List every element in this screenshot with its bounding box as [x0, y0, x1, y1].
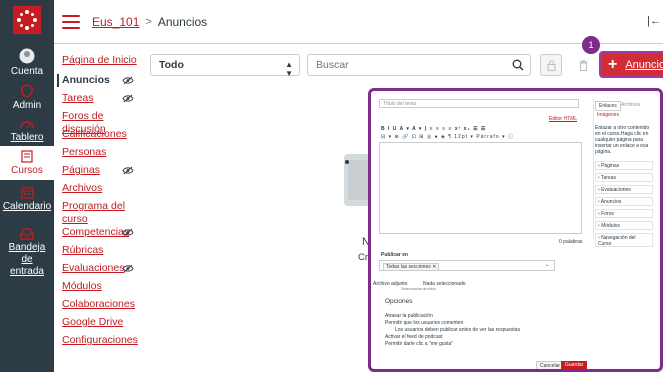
announcement-editor-preview: Título del tema Editor HTML B I U A ▾ A … [368, 88, 663, 372]
filter-select-value: Todo [159, 59, 184, 71]
lock-comments-button[interactable] [540, 54, 562, 76]
options-heading: Opciones [385, 298, 413, 305]
option-post-before-seeing[interactable]: Los usuarios deben publicar antes de ver… [395, 327, 520, 333]
course-nav-link[interactable]: Colaboraciones [62, 298, 142, 311]
breadcrumb-course-link[interactable]: Eus_101 [92, 15, 139, 29]
side-item-label: Evaluaciones [601, 187, 631, 193]
topic-title-placeholder: Título del tema [383, 101, 417, 107]
account-icon [19, 48, 35, 64]
nav-item-admin[interactable]: Admin [0, 84, 54, 112]
tab-files[interactable]: Archivos [621, 102, 640, 108]
publish-in-label: Publicar en [381, 252, 408, 258]
delete-button[interactable] [572, 54, 594, 76]
admin-shield-icon [21, 84, 33, 98]
nav-item-label: Tablero [10, 132, 44, 143]
topic-title-input[interactable]: Título del tema [379, 99, 579, 108]
hidden-eye-icon [122, 264, 134, 273]
nav-item-dashboard[interactable]: Tablero [0, 118, 54, 144]
section-chip[interactable]: Todas las secciones ✕ [383, 263, 440, 271]
collapse-sidebar-icon[interactable]: |← [647, 15, 661, 27]
side-item-label: Navegación del Curso [598, 235, 636, 247]
search-icon [512, 59, 524, 71]
add-announcement-label: Anuncio [625, 58, 663, 71]
dashboard-icon [20, 121, 34, 129]
word-count: 0 palabras [559, 239, 583, 245]
option-podcast-feed[interactable]: Activar el feed de podcast [385, 334, 443, 340]
select-caret-icon: ▲ ▼ [285, 60, 293, 78]
side-item-assignments[interactable]: › Tareas [595, 173, 653, 182]
calendar-icon [20, 187, 34, 199]
courses-book-icon [21, 150, 33, 163]
tab-images[interactable]: Imágenes [597, 112, 619, 118]
side-item-label: Módulos [601, 223, 620, 229]
breadcrumb-separator: > [145, 15, 152, 28]
nav-item-label: Calendario [2, 201, 52, 212]
editor-toolbar-row2[interactable]: ⊟ ▾ ⊕ 🔗 ⊡ ⊞ ◎ ● ◈ ¶ 12pt ▾ Párrafo ▾ ⓘ [381, 134, 514, 140]
side-item-label: Páginas [601, 163, 620, 169]
hidden-eye-icon [122, 166, 134, 175]
side-item-discussions[interactable]: › Foros [595, 209, 653, 218]
option-delay-posting[interactable]: Atrasar la publicación [385, 313, 433, 319]
logo[interactable] [0, 0, 54, 40]
side-item-modules[interactable]: › Módulos [595, 221, 653, 230]
global-nav: Cuenta Admin Tablero Cursos Calendario B… [0, 0, 54, 372]
course-nav-link[interactable]: Página de Inicio [62, 54, 142, 67]
chevron-down-icon: ⌄ [545, 262, 550, 268]
html-editor-link[interactable]: Editor HTML [549, 116, 577, 122]
filter-select[interactable]: Todo ▲ ▼ [150, 54, 300, 78]
hidden-eye-icon [122, 94, 134, 103]
nav-item-label: Cursos [11, 165, 43, 176]
save-button[interactable]: Guardar [561, 361, 588, 369]
nav-item-calendar[interactable]: Calendario [0, 186, 54, 213]
cancel-button[interactable]: Cancelar [536, 361, 565, 369]
links-help-text: Enlazar a otro contenido en el curso.Hag… [595, 125, 650, 155]
hamburger-menu-icon[interactable] [62, 14, 80, 29]
plus-icon: + [608, 55, 618, 73]
editor-toolbar-row1[interactable]: B I U A ▾ A ▾ I̲ ≡ ≡ ≡ ≡ x² x₂ ☰ ☰ [381, 126, 486, 132]
side-item-label: Anuncios [600, 199, 622, 205]
hidden-eye-icon [122, 228, 134, 237]
search-input[interactable]: Buscar [307, 54, 531, 76]
breadcrumb: Eus_101 > Anuncios [92, 15, 207, 29]
side-item-label: Tareas [600, 175, 616, 181]
trash-icon [579, 59, 587, 71]
nav-item-courses[interactable]: Cursos [0, 146, 54, 180]
option-allow-comments[interactable]: Permitir que los usuarios comenten [385, 320, 463, 326]
canvas-logo-icon [13, 6, 41, 34]
nav-item-label: Bandeja de entrada [8, 242, 46, 277]
top-header: Eus_101 > Anuncios |← [54, 0, 663, 44]
empty-state-illustration [344, 154, 370, 206]
inbox-icon [20, 228, 34, 240]
course-nav-link[interactable]: Rúbricas [62, 244, 142, 257]
hidden-eye-icon [122, 76, 134, 85]
course-nav-link[interactable]: Calificaciones [62, 128, 142, 141]
course-nav-link[interactable]: Módulos [62, 280, 142, 293]
side-item-label: Foros [601, 211, 614, 217]
course-nav-link[interactable]: Google Drive [62, 316, 142, 329]
breadcrumb-current: Anuncios [157, 14, 208, 29]
add-announcement-button[interactable]: + Anuncio [599, 51, 663, 78]
tab-links[interactable]: Enlaces [595, 101, 621, 111]
nav-item-account[interactable]: Cuenta [0, 48, 54, 78]
course-nav-link[interactable]: Personas [62, 146, 142, 159]
side-item-announcements[interactable]: › Anuncios [595, 197, 653, 206]
side-item-pages[interactable]: › Páginas [595, 161, 653, 170]
nav-item-label: Admin [12, 100, 42, 111]
course-nav-link[interactable]: Archivos [62, 182, 142, 195]
option-allow-liking[interactable]: Permitir darle clic a "me gusta" [385, 341, 453, 347]
side-item-course-nav[interactable]: › Navegación del Curso [595, 233, 653, 247]
no-file-text: Nada seleccionado [423, 281, 466, 287]
step-badge: 1 [582, 36, 600, 54]
lock-icon [547, 60, 555, 71]
nav-item-inbox[interactable]: Bandeja de entrada [0, 228, 54, 278]
nav-item-label: Cuenta [10, 66, 44, 77]
rich-text-editor[interactable] [379, 142, 582, 234]
side-item-quizzes[interactable]: › Evaluaciones [595, 185, 653, 194]
canvas-app: Cuenta Admin Tablero Cursos Calendario B… [0, 0, 663, 372]
search-placeholder: Buscar [316, 59, 349, 71]
course-nav-link[interactable]: Configuraciones [62, 334, 142, 347]
course-nav-link[interactable]: Programa del curso [62, 200, 142, 226]
